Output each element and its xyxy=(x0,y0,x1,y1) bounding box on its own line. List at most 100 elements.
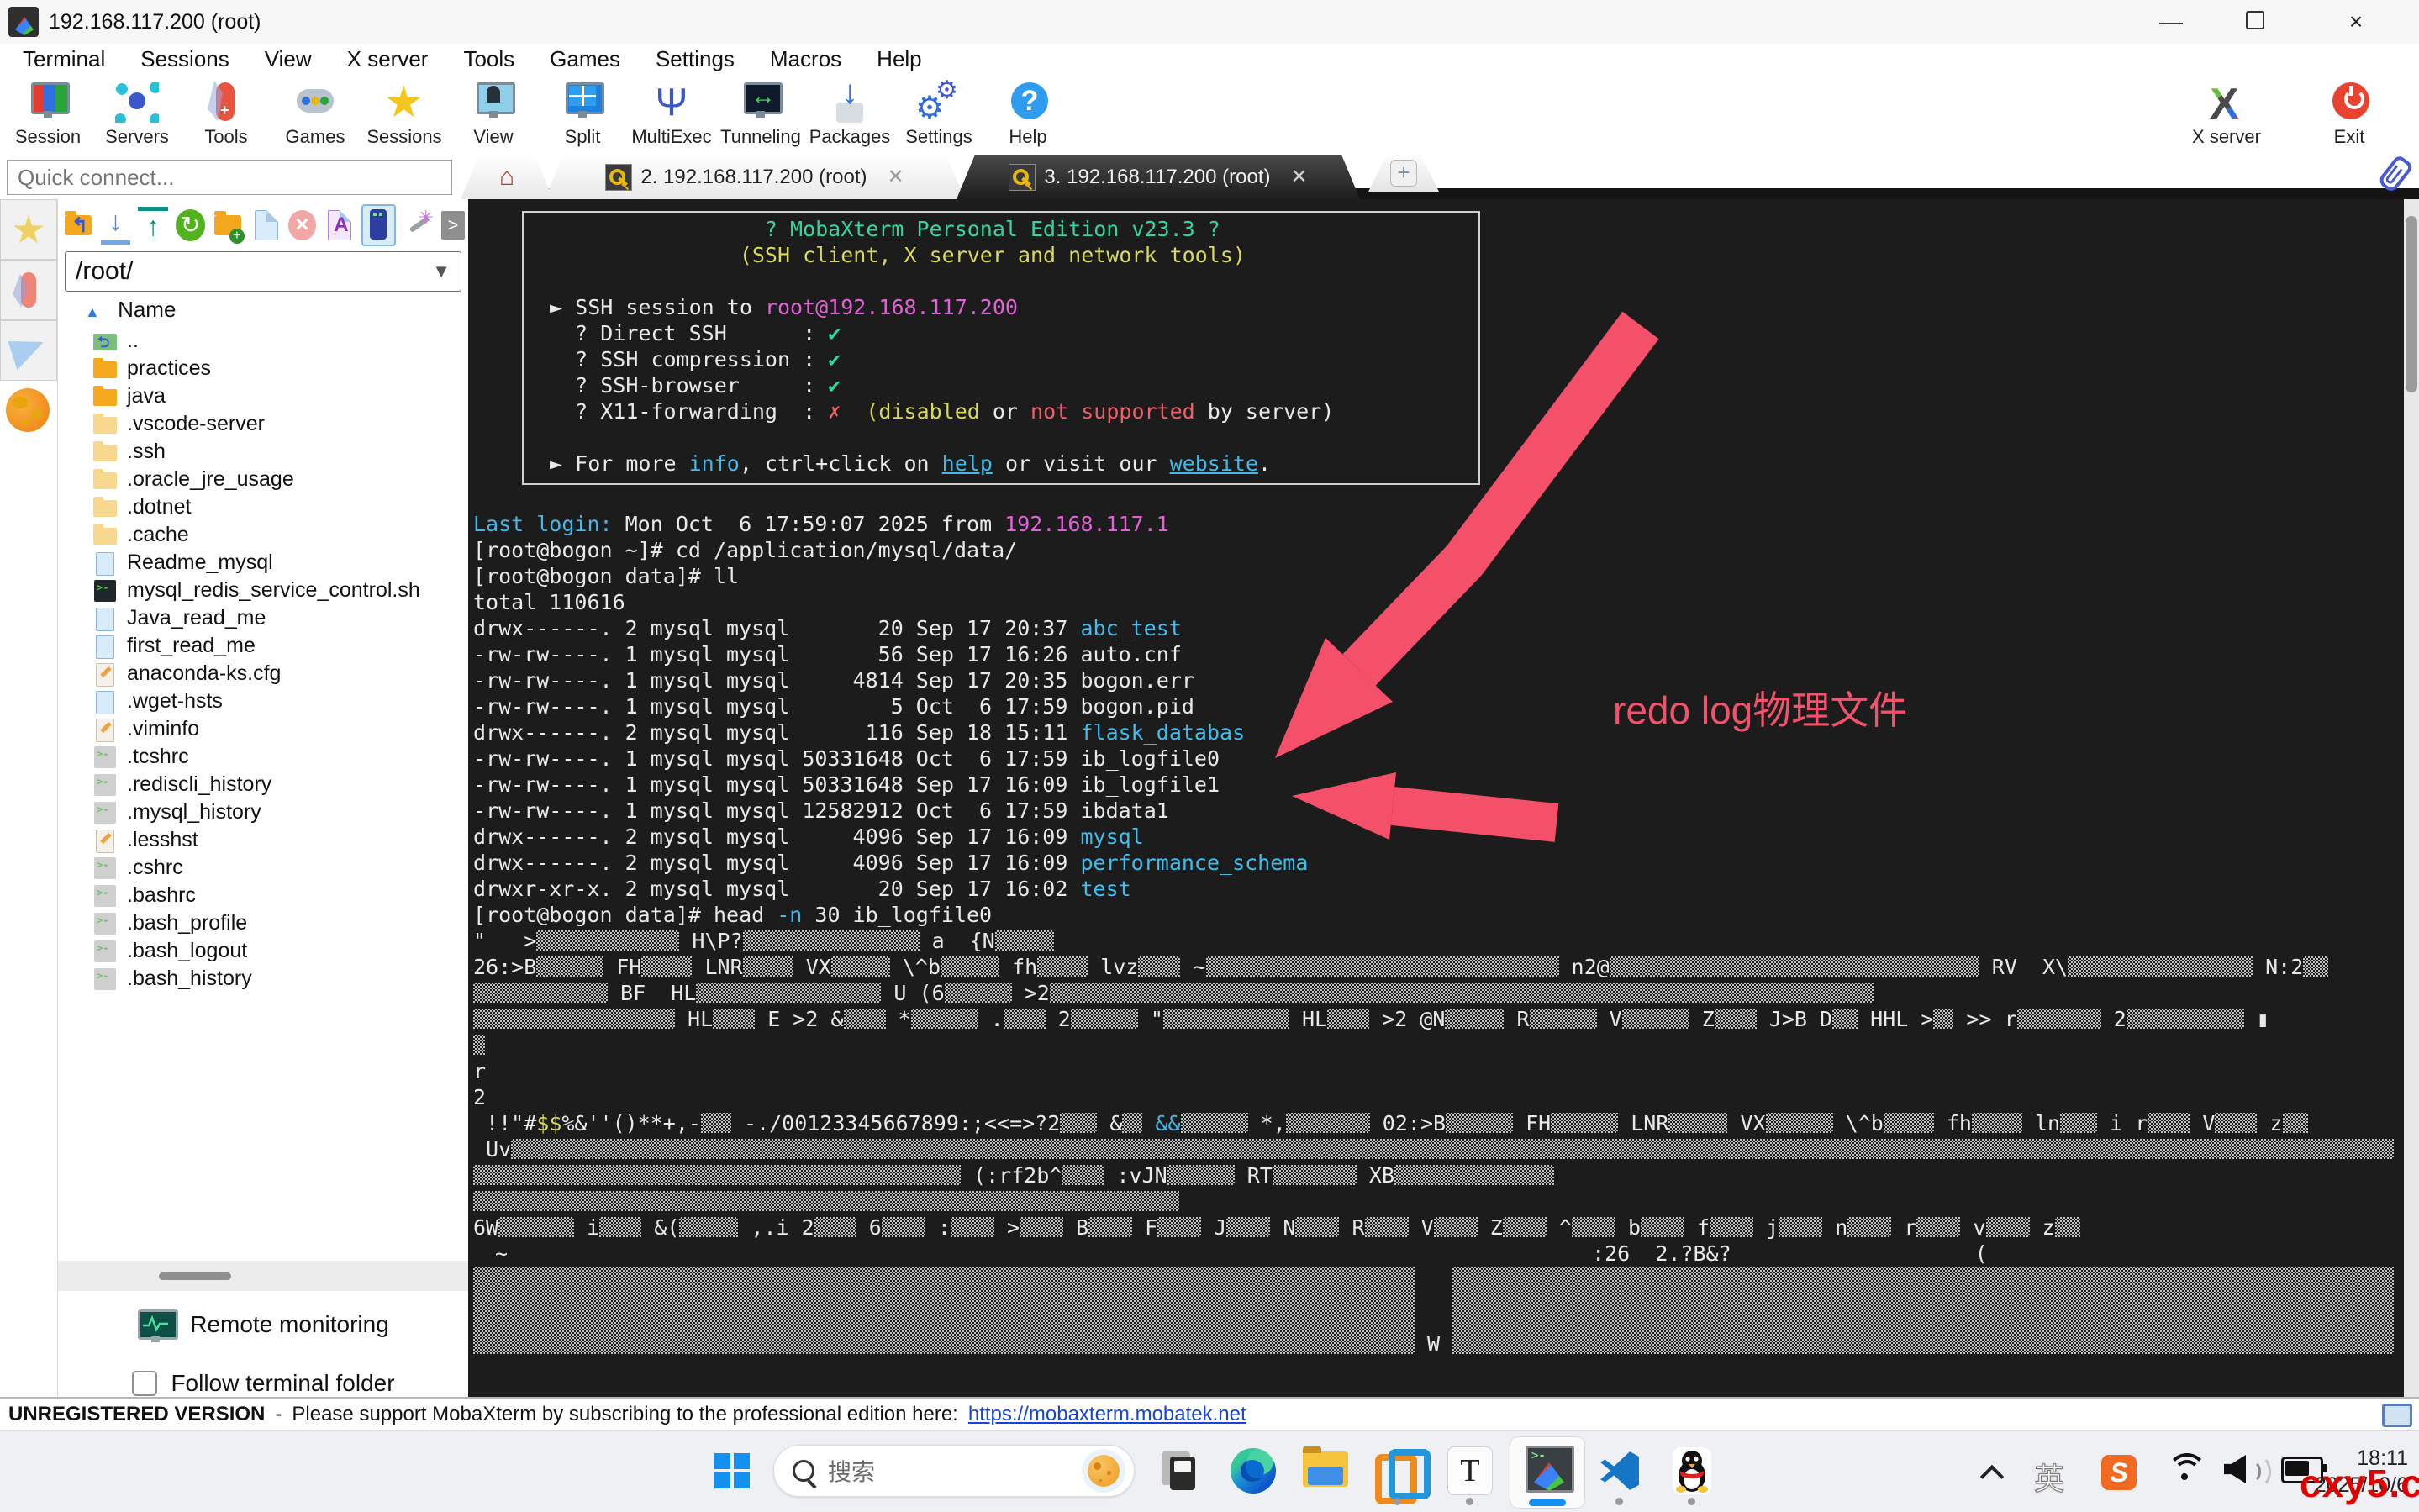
menu-sessions[interactable]: Sessions xyxy=(123,44,247,75)
minimize-button[interactable]: — xyxy=(2135,0,2207,44)
toolbar-help-button[interactable]: Help xyxy=(983,77,1072,153)
file-row[interactable]: .mysql_history xyxy=(65,798,465,826)
file-row[interactable]: .viminfo xyxy=(65,715,465,743)
file-row[interactable]: .dotnet xyxy=(65,493,465,521)
menu-settings[interactable]: Settings xyxy=(638,44,752,75)
toolbar-split-button[interactable]: Split xyxy=(538,77,627,153)
statusbar-monitor-icon[interactable] xyxy=(2382,1404,2412,1427)
menu-macros[interactable]: Macros xyxy=(752,44,859,75)
ime-language-indicator[interactable]: 英 xyxy=(2034,1455,2064,1499)
taskbar-app-window-switcher[interactable] xyxy=(1150,1443,1205,1499)
rail-favorites-star[interactable]: ★ xyxy=(0,199,57,260)
file-row[interactable]: .. xyxy=(65,327,465,355)
scrollbar-thumb[interactable] xyxy=(2406,216,2417,392)
taskbar-vscode-icon[interactable] xyxy=(1592,1443,1647,1499)
terminal-scrollbar[interactable] xyxy=(2404,199,2419,1397)
toolbar-sessions-button[interactable]: ★Sessions xyxy=(360,77,449,153)
taskbar-edge-icon[interactable] xyxy=(1225,1443,1281,1499)
toolbar-settings-button[interactable]: Settings xyxy=(894,77,983,153)
toolbar-session-button[interactable]: Session xyxy=(3,77,92,153)
file-row[interactable]: java xyxy=(65,382,465,410)
menu-help[interactable]: Help xyxy=(859,44,939,75)
tab-session-2[interactable]: 2. 192.168.117.200 (root) ✕ xyxy=(545,155,965,199)
toolbar-servers-button[interactable]: Servers xyxy=(92,77,182,153)
file-row[interactable]: .tcshrc xyxy=(65,743,465,771)
sogou-ime-icon[interactable]: S xyxy=(2101,1455,2137,1490)
toolbar-exit-button[interactable]: Exit xyxy=(2305,77,2394,153)
mobatek-link[interactable]: https://mobaxterm.mobatek.net xyxy=(968,1403,1246,1426)
tab-close-icon[interactable]: ✕ xyxy=(1290,165,1307,189)
filebar-wand-button[interactable] xyxy=(403,208,434,242)
toolbar-view-button[interactable]: View xyxy=(449,77,538,153)
file-row[interactable]: .oracle_jre_usage xyxy=(65,466,465,493)
file-row[interactable]: .cache xyxy=(65,521,465,549)
wifi-icon[interactable] xyxy=(2167,1453,2204,1487)
file-row[interactable]: .wget-hsts xyxy=(65,688,465,715)
toolbar-xserver-button[interactable]: X server xyxy=(2182,77,2271,153)
menu-x-server[interactable]: X server xyxy=(329,44,446,75)
taskbar-typora-icon[interactable]: T xyxy=(1442,1443,1498,1499)
file-row[interactable]: .bash_logout xyxy=(65,937,465,965)
taskbar-search-box[interactable]: 搜索 xyxy=(773,1445,1135,1497)
quick-connect-input[interactable] xyxy=(7,160,452,195)
tab-close-icon[interactable]: ✕ xyxy=(887,165,904,189)
filebar-open-terminal-button[interactable] xyxy=(361,204,396,246)
checkbox-unchecked[interactable] xyxy=(132,1371,157,1396)
weather-moon-icon[interactable] xyxy=(1082,1449,1125,1493)
mobaxterm-banner: ? MobaXterm Personal Edition v23.3 ? (SS… xyxy=(522,211,1480,485)
filebar-new-folder-button[interactable]: + xyxy=(213,208,243,242)
close-button[interactable]: × xyxy=(2320,0,2392,44)
taskbar-file-explorer-icon[interactable] xyxy=(1298,1443,1353,1499)
volume-icon[interactable] xyxy=(2224,1455,2266,1485)
file-row[interactable]: .rediscli_history xyxy=(65,771,465,798)
toolbar-games-button[interactable]: Games xyxy=(271,77,360,153)
filebar-rename-button[interactable]: A xyxy=(324,208,354,242)
file-row[interactable]: .bashrc xyxy=(65,882,465,909)
remote-monitoring-button[interactable]: Remote monitoring xyxy=(58,1305,469,1344)
file-row[interactable]: first_read_me xyxy=(65,632,465,660)
file-row[interactable]: Readme_mysql xyxy=(65,549,465,577)
taskbar-qq-icon[interactable] xyxy=(1664,1443,1720,1499)
filebar-go-up-folder-button[interactable]: ↰ xyxy=(63,208,93,242)
toolbar-multiexec-button[interactable]: ΨMultiExec xyxy=(627,77,716,153)
taskbar-mobaxterm-icon-active[interactable] xyxy=(1510,1436,1585,1509)
toolbar-tunneling-button[interactable]: Tunneling xyxy=(716,77,805,153)
name-column-header[interactable]: ▲ Name xyxy=(65,297,461,327)
rail-macros-plane[interactable] xyxy=(0,320,57,381)
file-row[interactable]: Java_read_me xyxy=(65,604,465,632)
toolbar-tools-button[interactable]: Tools xyxy=(182,77,271,153)
file-row[interactable]: .bash_profile xyxy=(65,909,465,937)
terminal-area[interactable]: ? MobaXterm Personal Edition v23.3 ? (SS… xyxy=(468,199,2419,1397)
tab-home[interactable]: ⌂ xyxy=(461,155,553,199)
rail-network-globe[interactable] xyxy=(0,381,55,440)
filebar-expand-button[interactable]: > xyxy=(441,211,465,240)
tray-expand-icon[interactable] xyxy=(1980,1465,2004,1488)
toolbar-packages-button[interactable]: Packages xyxy=(805,77,894,153)
filebar-new-file-button[interactable] xyxy=(250,208,281,242)
taskbar-vmware-icon[interactable] xyxy=(1370,1443,1426,1499)
filebar-download-button[interactable]: ↓ xyxy=(101,207,131,245)
menu-games[interactable]: Games xyxy=(532,44,638,75)
file-row[interactable]: .ssh xyxy=(65,438,465,466)
new-tab-button[interactable]: + xyxy=(1368,155,1439,192)
file-row[interactable]: mysql_redis_service_control.sh xyxy=(65,577,465,604)
filebar-upload-button[interactable]: ↑ xyxy=(138,207,168,245)
tab-session-3-active[interactable]: 3. 192.168.117.200 (root) ✕ xyxy=(957,155,1360,199)
file-row[interactable]: .vscode-server xyxy=(65,410,465,438)
menu-terminal[interactable]: Terminal xyxy=(5,44,123,75)
file-row[interactable]: practices xyxy=(65,355,465,382)
file-row[interactable]: anaconda-ks.cfg xyxy=(65,660,465,688)
start-button[interactable] xyxy=(704,1443,760,1499)
rail-tools-knife[interactable] xyxy=(0,260,57,320)
filebar-delete-button[interactable]: × xyxy=(288,210,317,240)
menu-view[interactable]: View xyxy=(247,44,329,75)
maximize-button[interactable] xyxy=(2219,0,2291,44)
file-row[interactable]: .cshrc xyxy=(65,854,465,882)
filebar-refresh-button[interactable]: ↻ xyxy=(176,209,206,241)
path-combobox[interactable]: /root/ ▼ xyxy=(65,251,461,292)
menu-tools[interactable]: Tools xyxy=(445,44,532,75)
file-row[interactable]: .lesshst xyxy=(65,826,465,854)
panel-divider-handle[interactable] xyxy=(58,1261,469,1291)
binary-noise xyxy=(2055,1217,2080,1237)
file-row[interactable]: .bash_history xyxy=(65,965,465,993)
